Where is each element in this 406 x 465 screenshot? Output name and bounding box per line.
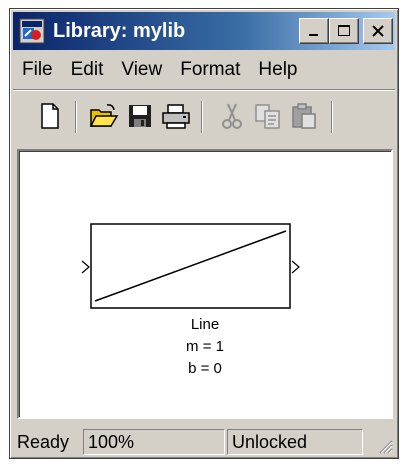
status-lock: Unlocked [227,429,363,455]
cut-button[interactable] [217,101,247,131]
simulink-app-icon [19,18,45,44]
status-bar: Ready 100% Unlocked [13,428,395,456]
print-button[interactable] [161,101,191,131]
status-ready: Ready [17,432,70,452]
print-icon [162,104,190,129]
save-button[interactable] [125,101,155,131]
output-port-icon[interactable] [291,260,300,274]
new-button[interactable] [35,101,65,131]
menu-help[interactable]: Help [249,55,306,85]
copy-button[interactable] [253,101,283,131]
open-button[interactable] [89,101,119,131]
status-zoom: 100% [83,429,225,455]
toolbar-separator [75,101,77,133]
menu-separator [13,89,395,91]
minimize-button[interactable] [299,18,329,44]
toolbar-separator [201,101,203,133]
model-canvas[interactable]: Line m = 1 b = 0 [17,149,393,419]
paste-button[interactable] [289,101,319,131]
block-param-b: b = 0 [188,360,222,377]
toolbar [13,93,395,139]
copy-icon [255,104,280,129]
maximize-icon [338,25,350,36]
toolbar-separator [331,101,333,133]
menu-bar: File Edit View Format Help [13,53,395,87]
close-icon [372,25,384,37]
open-icon [89,104,119,127]
library-window: Library: mylib File Edit View Format Hel… [9,8,399,459]
menu-view[interactable]: View [112,55,171,85]
title-bar[interactable]: Library: mylib [13,12,395,50]
new-icon [41,103,59,129]
block-name[interactable]: Line [19,315,391,335]
save-icon [129,105,151,127]
block-param-m: m = 1 [186,338,224,355]
menu-edit[interactable]: Edit [62,55,113,85]
minimize-icon [309,34,318,36]
paste-icon [292,103,316,129]
close-button[interactable] [363,18,393,44]
menu-file[interactable]: File [13,55,62,85]
menu-format[interactable]: Format [171,55,249,85]
cut-icon [222,103,242,129]
resize-grip-icon[interactable] [375,436,393,454]
maximize-button[interactable] [329,18,359,44]
input-port-icon[interactable] [81,260,90,274]
window-title: Library: mylib [53,20,186,42]
